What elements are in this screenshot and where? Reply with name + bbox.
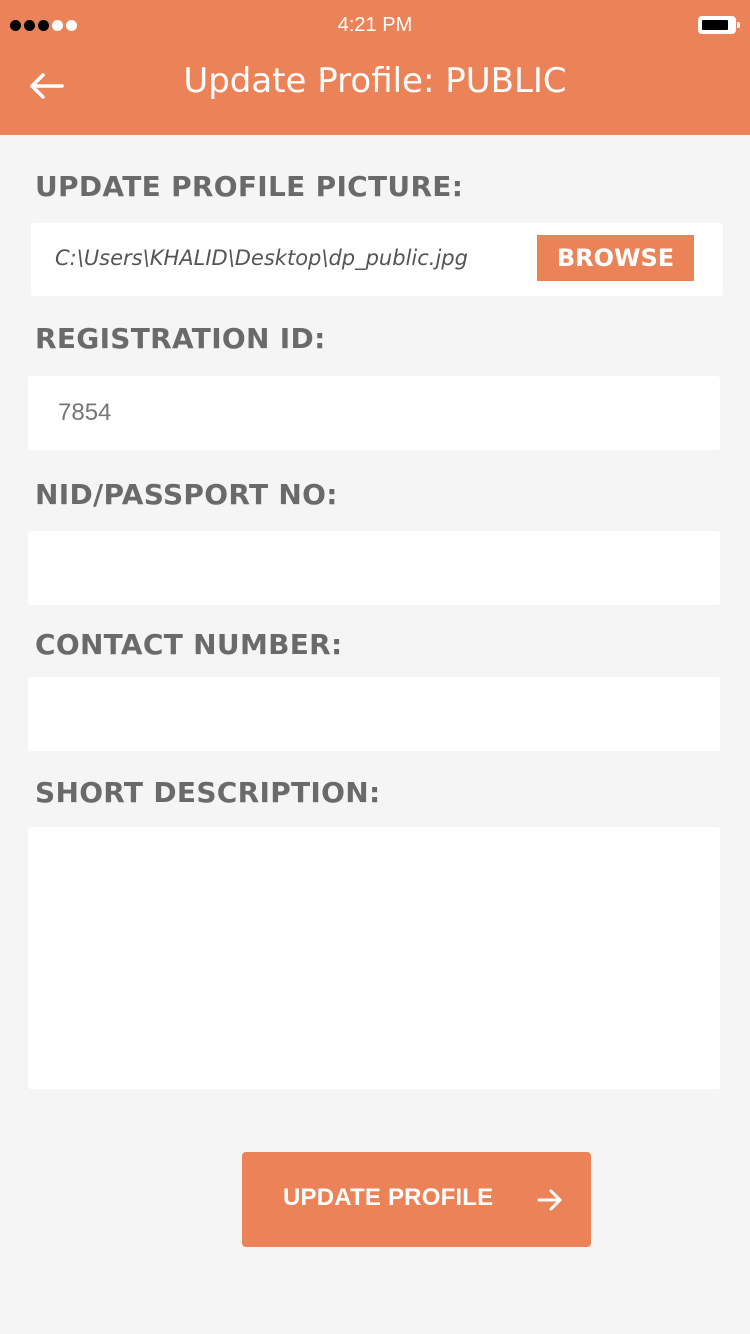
update-profile-button[interactable]: UPDATE PROFILE bbox=[242, 1152, 591, 1247]
battery-icon bbox=[698, 16, 740, 34]
file-path-text: C:\Users\KHALID\Desktop\dp_public.jpg bbox=[55, 246, 468, 270]
contact-number-label: CONTACT NUMBER: bbox=[35, 628, 343, 661]
contact-number-field bbox=[28, 677, 720, 751]
nid-passport-input[interactable] bbox=[28, 531, 720, 605]
registration-id-field bbox=[28, 376, 720, 450]
nid-passport-field bbox=[28, 531, 720, 605]
app-header: Update Profile: PUBLIC bbox=[0, 54, 750, 135]
status-bar: 4:21 PM bbox=[0, 0, 750, 54]
contact-number-input[interactable] bbox=[28, 677, 720, 751]
profile-picture-label: UPDATE PROFILE PICTURE: bbox=[35, 170, 464, 203]
registration-id-input[interactable] bbox=[28, 376, 720, 450]
registration-id-label: REGISTRATION ID: bbox=[35, 322, 326, 355]
short-description-label: SHORT DESCRIPTION: bbox=[35, 776, 381, 809]
short-description-textarea[interactable] bbox=[28, 827, 720, 1089]
arrow-right-icon bbox=[537, 1189, 562, 1211]
browse-button[interactable]: BROWSE bbox=[537, 235, 694, 281]
nid-passport-label: NID/PASSPORT NO: bbox=[35, 478, 338, 511]
page-title: Update Profile: PUBLIC bbox=[183, 61, 567, 101]
status-time: 4:21 PM bbox=[337, 14, 413, 36]
update-profile-label: UPDATE PROFILE bbox=[283, 1184, 494, 1211]
short-description-field bbox=[28, 827, 720, 1089]
profile-picture-field: C:\Users\KHALID\Desktop\dp_public.jpg BR… bbox=[31, 223, 723, 296]
